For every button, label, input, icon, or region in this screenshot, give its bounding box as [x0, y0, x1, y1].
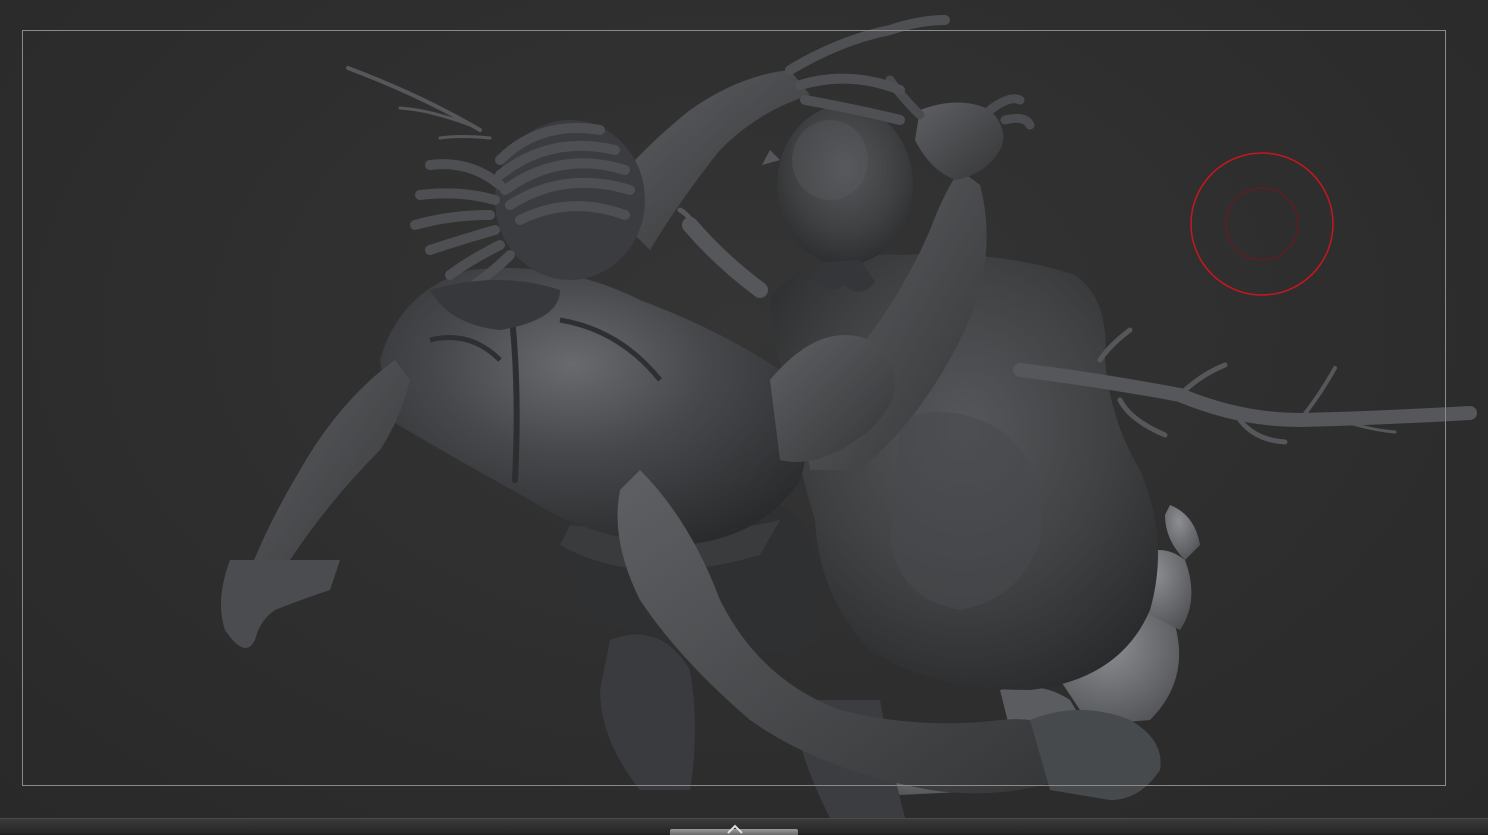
canvas-viewport[interactable]: [0, 0, 1488, 818]
chevron-up-icon[interactable]: [725, 824, 745, 834]
brush-cursor-icon: [1190, 152, 1334, 296]
sculpt-model[interactable]: [0, 0, 1488, 818]
